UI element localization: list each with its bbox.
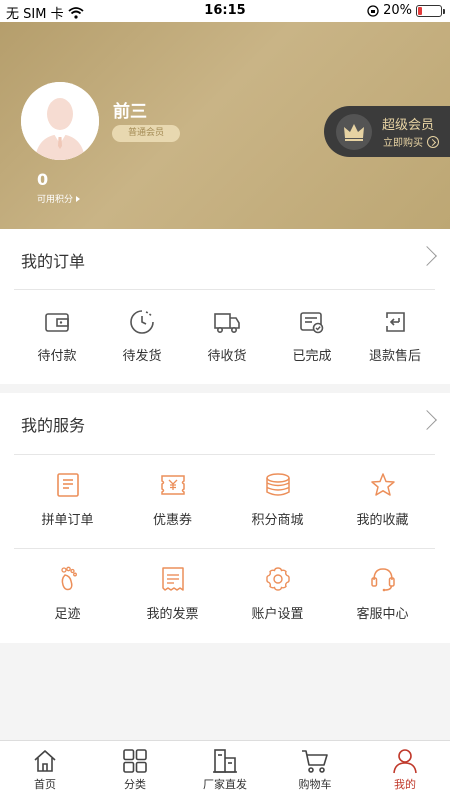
services-row-2: 足迹 我的发票 账户设置 客服中心 — [0, 565, 450, 622]
service-label: 客服中心 — [356, 607, 409, 622]
home-icon — [34, 750, 56, 772]
vip-card[interactable]: 超级会员 立即购买 — [324, 106, 450, 157]
service-label: 我的发票 — [146, 607, 199, 622]
tab-label: 分类 — [124, 778, 146, 791]
coins-icon — [265, 473, 290, 496]
tab-category[interactable]: 分类 — [90, 741, 180, 800]
order-status-row: 待付款 待发货 待收货 已完成 退款售后 — [0, 309, 450, 364]
star-icon — [370, 473, 395, 496]
service-label: 积分商城 — [251, 513, 304, 528]
completed-card-icon — [300, 312, 324, 334]
battery-percent: 20% — [383, 3, 412, 18]
vip-buy-link[interactable]: 立即购买 — [383, 134, 439, 149]
default-avatar-icon — [21, 82, 99, 160]
tab-label: 我的 — [394, 778, 416, 791]
truck-icon — [214, 313, 240, 333]
order-item-label: 待发货 — [122, 349, 162, 364]
grid-icon — [123, 749, 147, 773]
service-label: 账户设置 — [251, 607, 304, 622]
order-item-label: 待收货 — [207, 349, 247, 364]
chevron-right-icon — [417, 410, 437, 430]
points-link[interactable]: 可用积分 — [37, 192, 81, 205]
my-orders-section: 我的订单 待付款 待发货 待收货 已完成 退款售后 — [0, 229, 450, 384]
tab-home[interactable]: 首页 — [0, 741, 90, 800]
status-right: 20% — [367, 3, 445, 18]
coupon-icon — [160, 475, 185, 495]
points-label: 可用积分 — [37, 195, 74, 205]
my-services-title: 我的服务 — [21, 416, 86, 435]
invoice-icon — [161, 567, 184, 591]
vip-buy-label: 立即购买 — [383, 138, 423, 149]
services-row-1: 拼单订单 优惠券 积分商城 我的收藏 — [0, 471, 450, 528]
order-item-pending-receipt[interactable]: 待收货 — [182, 309, 272, 364]
factory-icon — [213, 749, 237, 773]
avatar[interactable] — [21, 82, 99, 160]
refund-icon — [386, 312, 405, 332]
service-coupons[interactable]: 优惠券 — [135, 471, 210, 528]
crown-badge — [336, 114, 372, 150]
divider — [14, 548, 435, 549]
divider — [14, 454, 435, 455]
headset-icon — [370, 568, 395, 592]
my-services-header[interactable]: 我的服务 — [0, 393, 450, 453]
username: 前三 — [113, 102, 147, 122]
my-services-section: 我的服务 拼单订单 优惠券 积分商城 我的收藏 足迹 我的发票 账户设置 客服中… — [0, 393, 450, 643]
tab-label: 购物车 — [298, 778, 332, 791]
tab-label: 首页 — [34, 778, 56, 791]
service-label: 拼单订单 — [41, 513, 94, 528]
service-label: 我的收藏 — [356, 513, 409, 528]
order-item-label: 已完成 — [292, 349, 332, 364]
order-item-label: 待付款 — [37, 349, 77, 364]
service-label: 优惠券 — [152, 513, 192, 528]
circle-arrow-right-icon — [427, 135, 439, 148]
tab-factory-direct[interactable]: 厂家直发 — [180, 741, 270, 800]
order-item-refund[interactable]: 退款售后 — [352, 309, 438, 364]
tab-label: 厂家直发 — [203, 778, 247, 791]
service-customer-center[interactable]: 客服中心 — [345, 565, 420, 622]
my-orders-header[interactable]: 我的订单 — [0, 229, 450, 289]
orientation-lock-icon — [367, 4, 379, 17]
clipboard-icon — [56, 473, 79, 497]
order-item-pending-shipment[interactable]: 待发货 — [102, 309, 182, 364]
settings-icon — [265, 567, 290, 591]
member-level-badge: 普通会员 — [112, 125, 180, 142]
order-item-completed[interactable]: 已完成 — [272, 309, 352, 364]
bottom-tab-bar: 首页 分类 厂家直发 购物车 我的 — [0, 740, 450, 800]
my-orders-title: 我的订单 — [21, 252, 86, 271]
cart-icon — [302, 750, 328, 773]
order-item-pending-payment[interactable]: 待付款 — [12, 309, 102, 364]
clock-icon — [130, 310, 154, 334]
crown-icon — [344, 124, 364, 141]
service-footprint[interactable]: 足迹 — [0, 565, 135, 622]
order-item-label: 退款售后 — [368, 349, 421, 364]
service-favorites[interactable]: 我的收藏 — [345, 471, 420, 528]
vip-title: 超级会员 — [382, 118, 435, 133]
tab-cart[interactable]: 购物车 — [270, 741, 360, 800]
battery-icon — [416, 4, 445, 17]
user-icon — [393, 749, 417, 774]
chevron-right-icon — [417, 246, 437, 266]
status-bar: 无 SIM 卡 16:15 20% — [0, 0, 450, 22]
footprint-icon — [60, 566, 77, 591]
triangle-right-icon — [76, 195, 81, 202]
service-account-settings[interactable]: 账户设置 — [210, 565, 345, 622]
profile-header: 前三 普通会员 0 可用积分 超级会员 立即购买 — [0, 22, 450, 229]
service-label: 足迹 — [54, 607, 81, 622]
tab-mine[interactable]: 我的 — [360, 741, 450, 800]
battery-fill — [418, 6, 423, 15]
service-points-mall[interactable]: 积分商城 — [210, 471, 345, 528]
service-group-order[interactable]: 拼单订单 — [0, 471, 135, 528]
points-value: 0 — [37, 170, 49, 189]
wallet-icon — [45, 313, 69, 332]
divider — [14, 289, 435, 290]
service-invoices[interactable]: 我的发票 — [135, 565, 210, 622]
